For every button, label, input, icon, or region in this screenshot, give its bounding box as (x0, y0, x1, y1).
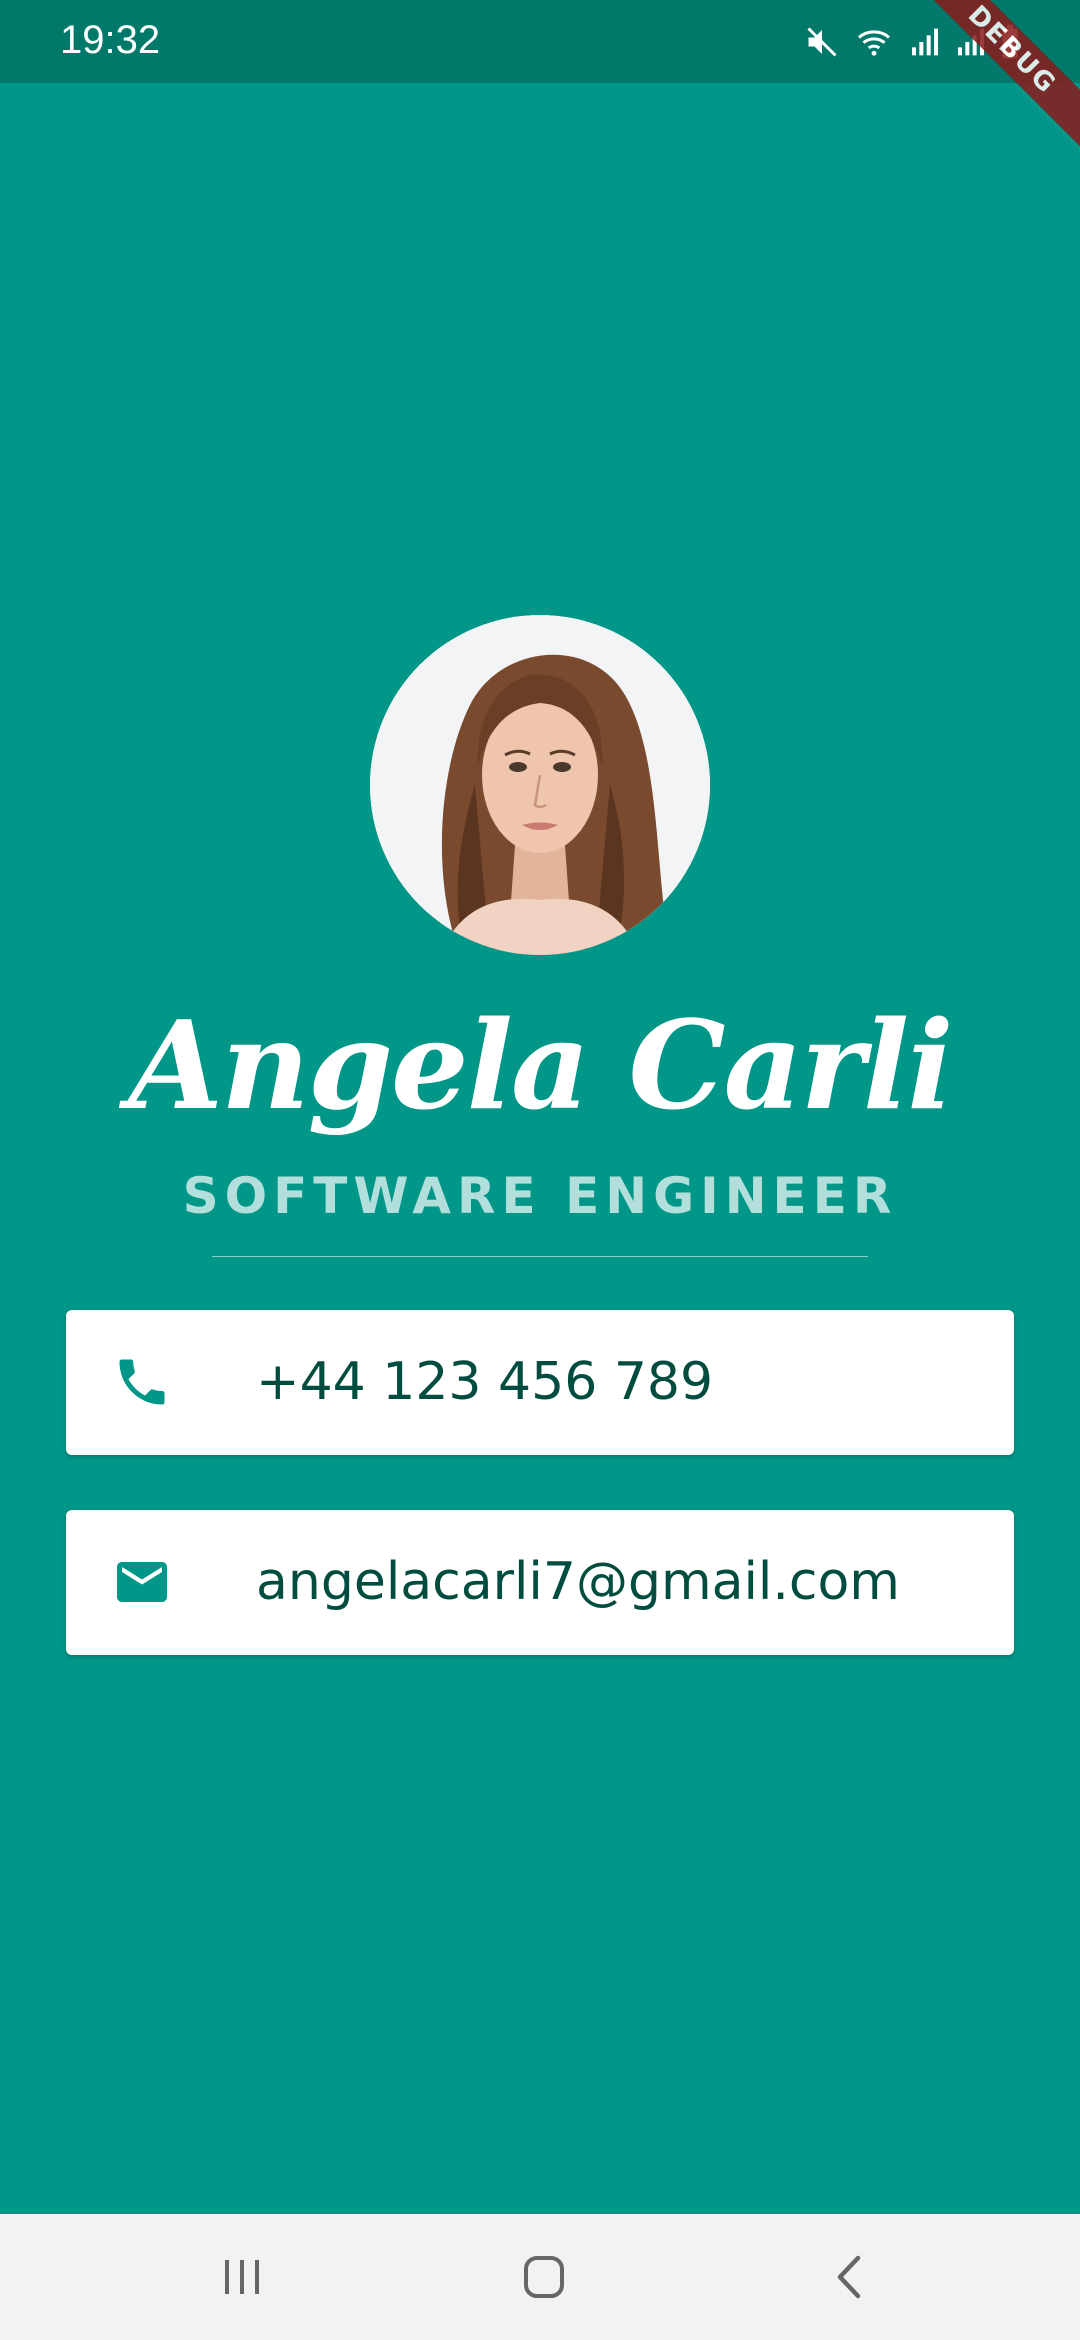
back-icon[interactable] (820, 2252, 880, 2302)
email-address: angelacarli7@gmail.com (256, 1552, 900, 1612)
business-card-screen: 19:32 DEBUG Angela Carli SOFTWARE ENGINE… (0, 0, 1080, 2340)
signal-icon (908, 24, 940, 60)
profile-title: SOFTWARE ENGINEER (182, 1167, 898, 1225)
status-bar: 19:32 (0, 0, 1080, 83)
profile-photo (370, 615, 710, 955)
mute-icon (804, 24, 840, 60)
recent-apps-icon[interactable] (212, 2252, 272, 2302)
profile-name: Angela Carli (128, 993, 953, 1137)
navigation-bar (0, 2214, 1080, 2340)
avatar (370, 615, 710, 955)
status-time: 19:32 (60, 18, 161, 62)
wifi-icon (854, 24, 894, 60)
email-card[interactable]: angelacarli7@gmail.com (66, 1510, 1014, 1655)
phone-icon (112, 1352, 172, 1412)
phone-number: +44 123 456 789 (256, 1352, 714, 1412)
divider (212, 1256, 868, 1257)
phone-card[interactable]: +44 123 456 789 (66, 1310, 1014, 1455)
email-icon (112, 1552, 172, 1612)
home-icon[interactable] (514, 2252, 574, 2302)
